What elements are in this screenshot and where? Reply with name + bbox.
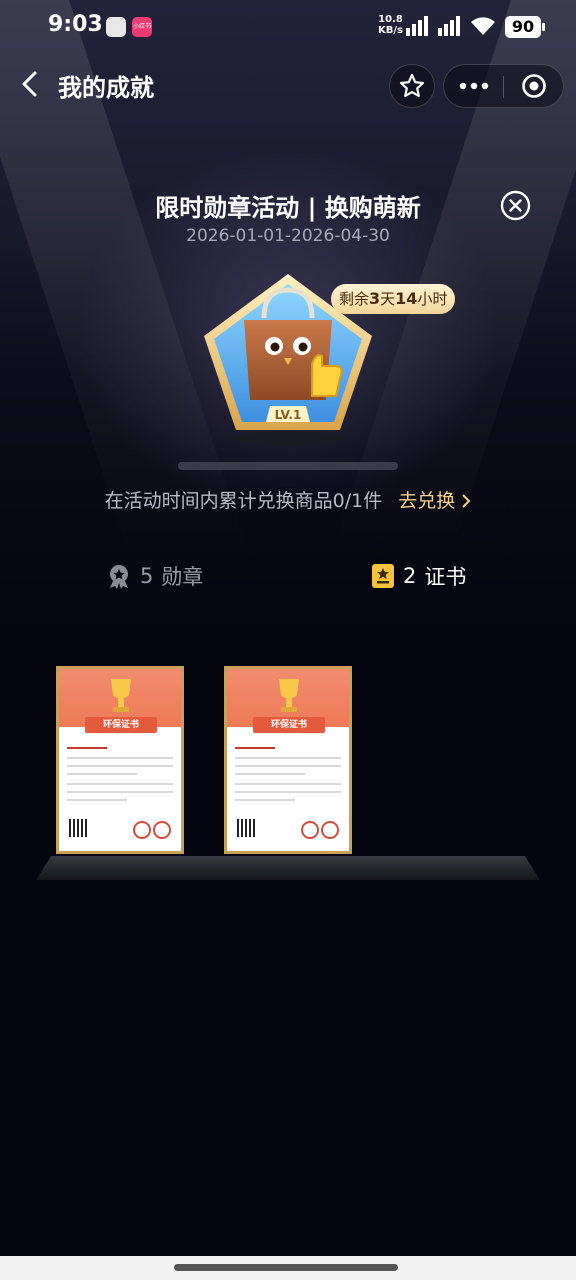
trophy-icon (111, 679, 131, 712)
medal-count: 5 (140, 564, 154, 588)
certificate-text-line (235, 783, 341, 785)
certificate-text-line (235, 799, 295, 801)
remain-prefix: 剩余 (339, 290, 370, 308)
signal-icon (406, 16, 428, 36)
go-exchange-label: 去兑换 (398, 490, 456, 512)
net-speed-value: 10.8 (378, 14, 403, 25)
battery-indicator: 90 (505, 16, 545, 38)
status-time: 9:03 (48, 12, 103, 37)
official-seal (301, 821, 319, 839)
more-dots-icon (459, 82, 488, 90)
certificate-icon (372, 564, 394, 588)
remain-hours: 14 (395, 289, 418, 308)
certificate-text-line (67, 783, 173, 785)
certificate-text-line (235, 757, 341, 759)
certificate-card[interactable]: 环保证书 (224, 666, 352, 854)
certificate-ribbon: 环保证书 (85, 717, 157, 733)
certificate-card[interactable]: 环保证书 (56, 666, 184, 854)
certificate-text-line (67, 799, 127, 801)
activity-progress-bar (178, 462, 398, 470)
certificate-text-line (235, 791, 341, 793)
signal-icon (438, 16, 460, 36)
qr-code (237, 819, 255, 837)
certificate-text-line (67, 757, 173, 759)
remain-days: 3 (369, 289, 381, 308)
task-text: 在活动时间内累计兑换商品0/1件 (104, 490, 383, 512)
tab-certificates[interactable]: 2 证书 (371, 560, 466, 592)
certificate-text-line (235, 773, 305, 775)
status-bar: 9:03 小红书 10.8 KB/s 90 (0, 0, 576, 56)
tab-medals[interactable]: 5 勋章 (106, 560, 203, 592)
star-icon (399, 73, 425, 98)
xiaohongshu-app-icon: 小红书 (132, 17, 152, 37)
back-icon[interactable] (14, 66, 50, 102)
remain-hours-unit: 小时 (417, 290, 448, 308)
activity-date-range: 2026-01-01-2026-04-30 (186, 226, 390, 246)
activity-title: 限时勋章活动 | 换购萌新 (155, 194, 421, 222)
chevron-right-icon (462, 494, 471, 508)
target-icon (521, 74, 546, 98)
remain-days-unit: 天 (380, 290, 396, 308)
more-button[interactable] (444, 65, 503, 107)
official-seal (133, 821, 151, 839)
remaining-time-tag: 剩余3天14小时 (331, 284, 456, 314)
net-speed-unit: KB/s (378, 25, 403, 36)
medal-icon (110, 565, 128, 589)
mini-program-capsule (443, 64, 564, 108)
certificate-text-line (235, 747, 275, 749)
go-exchange-link[interactable]: 去兑换 (398, 490, 471, 512)
certificate-body: 环保证书 (227, 669, 349, 851)
wifi-icon (471, 17, 495, 35)
page-title: 我的成就 (58, 74, 154, 102)
camera-app-icon (106, 17, 126, 37)
home-indicator[interactable] (174, 1264, 398, 1271)
certificate-text-line (235, 765, 341, 767)
trophy-icon (279, 679, 299, 712)
qr-code (69, 819, 87, 837)
certificate-count: 2 (403, 564, 417, 588)
system-nav-bar (0, 1256, 576, 1280)
display-shelf (36, 856, 540, 880)
certificate-label: 证书 (424, 565, 467, 589)
task-row: 在活动时间内累计兑换商品0/1件 去兑换 (0, 486, 576, 513)
close-icon[interactable] (500, 190, 531, 221)
certificate-text-line (67, 791, 173, 793)
net-speed: 10.8 KB/s (378, 14, 403, 36)
exit-button[interactable] (504, 65, 563, 107)
official-seal (153, 821, 171, 839)
certificate-ribbon: 环保证书 (253, 717, 325, 733)
certificate-text-line (67, 773, 137, 775)
certificate-body: 环保证书 (59, 669, 181, 851)
official-seal (321, 821, 339, 839)
favorite-button[interactable] (389, 64, 435, 108)
medal-label: 勋章 (161, 565, 204, 589)
badge-level: LV.1 (275, 408, 302, 422)
certificate-text-line (67, 747, 107, 749)
certificate-text-line (67, 765, 173, 767)
